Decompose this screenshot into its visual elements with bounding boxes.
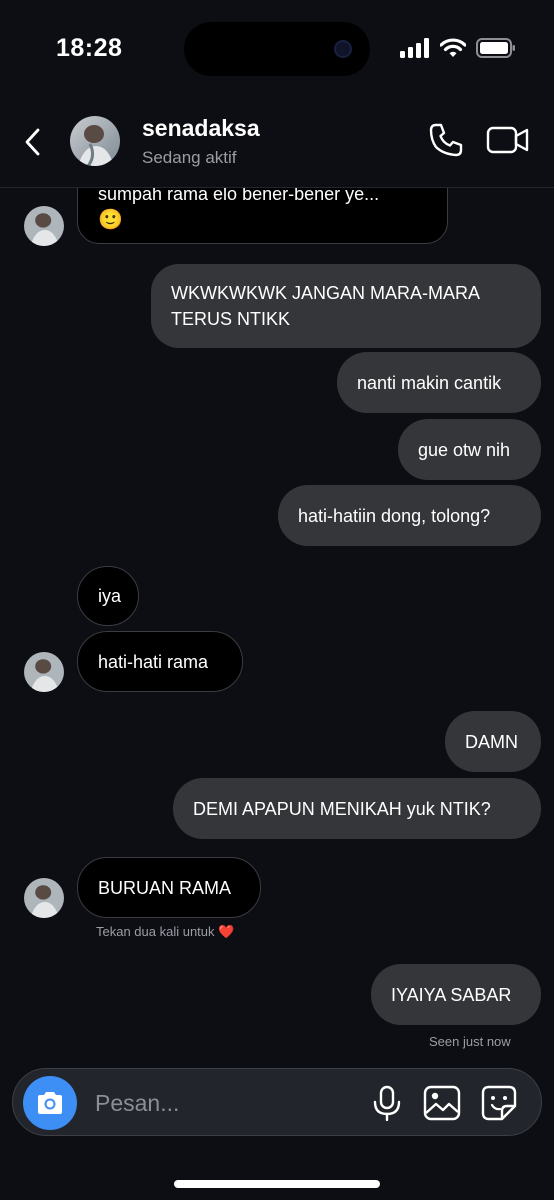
message-bubble-incoming[interactable]: BURUAN RAMA — [77, 857, 261, 918]
contact-name[interactable]: senadaksa — [142, 115, 260, 142]
message-composer — [12, 1068, 542, 1136]
message-bubble-incoming[interactable]: hati-hati rama — [77, 631, 243, 692]
chat-header: senadaksa Sedang aktif — [0, 100, 554, 188]
message-bubble-outgoing[interactable]: hati-hatiin dong, tolong? — [278, 485, 541, 546]
message-text: DAMN — [465, 731, 518, 752]
battery-icon — [476, 38, 515, 58]
microphone-icon — [373, 1085, 401, 1122]
status-bar: 18:28 — [0, 0, 554, 100]
contact-active-status: Sedang aktif — [142, 148, 237, 167]
video-call-button[interactable] — [486, 122, 530, 158]
message-input[interactable] — [95, 1086, 355, 1120]
status-time: 18:28 — [56, 34, 123, 62]
message-bubble-outgoing[interactable]: IYAIYA SABAR — [371, 964, 541, 1025]
message-text: hati-hatiin dong, tolong? — [298, 505, 491, 526]
message-text: sumpah rama elo bener-bener ye... — [98, 188, 380, 204]
status-icons — [400, 38, 516, 58]
sticker-button[interactable] — [481, 1085, 517, 1121]
message-text: hati-hati rama — [98, 651, 209, 672]
message-bubble-outgoing[interactable]: WKWKWKWK JANGAN MARA-MARA TERUS NTIKK — [151, 264, 541, 348]
video-camera-icon — [486, 126, 529, 154]
wifi-icon — [440, 38, 466, 57]
message-bubble-incoming[interactable]: iya — [77, 566, 139, 626]
smiley-emoji: 🙂 — [98, 209, 123, 231]
sender-avatar[interactable] — [24, 878, 64, 918]
cellular-signal-icon — [400, 38, 429, 58]
seen-status: Seen just now — [429, 1034, 511, 1049]
chevron-left-icon — [25, 128, 40, 156]
message-bubble-incoming[interactable]: sumpah rama elo bener-bener ye... 🙂 — [77, 188, 448, 244]
message-text: DEMI APAPUN MENIKAH yuk NTIK? — [193, 798, 491, 819]
message-text: BURUAN RAMA — [98, 877, 232, 898]
voice-message-button[interactable] — [369, 1085, 405, 1122]
message-list[interactable]: sumpah rama elo bener-bener ye... 🙂 WKWK… — [0, 188, 554, 1058]
message-bubble-outgoing[interactable]: DEMI APAPUN MENIKAH yuk NTIK? — [173, 778, 541, 839]
image-icon — [423, 1085, 461, 1121]
message-text: nanti makin cantik — [357, 372, 502, 393]
sender-avatar[interactable] — [24, 206, 64, 246]
camera-icon — [38, 1092, 62, 1114]
message-text: WKWKWKWK JANGAN MARA-MARA TERUS NTIKK — [171, 283, 484, 329]
gallery-button[interactable] — [423, 1085, 461, 1121]
sticker-icon — [481, 1085, 517, 1121]
message-bubble-outgoing[interactable]: nanti makin cantik — [337, 352, 541, 413]
message-bubble-outgoing[interactable]: DAMN — [445, 711, 541, 772]
message-bubble-outgoing[interactable]: gue otw nih — [398, 419, 541, 480]
home-indicator[interactable] — [174, 1180, 380, 1188]
double-tap-like-hint: Tekan dua kali untuk ❤️ — [96, 924, 235, 939]
back-button[interactable] — [18, 122, 48, 162]
chat-screen: 18:28 senadaksa Sedang aktif sumpah rama… — [0, 0, 554, 1200]
message-text: IYAIYA SABAR — [391, 984, 512, 1005]
front-camera — [334, 40, 352, 58]
message-text: iya — [98, 586, 122, 606]
contact-avatar[interactable] — [70, 116, 120, 166]
message-text: gue otw nih — [418, 439, 511, 460]
phone-icon — [429, 123, 463, 157]
camera-button[interactable] — [23, 1076, 77, 1130]
sender-avatar[interactable] — [24, 652, 64, 692]
voice-call-button[interactable] — [428, 122, 464, 158]
dynamic-island — [184, 22, 370, 76]
